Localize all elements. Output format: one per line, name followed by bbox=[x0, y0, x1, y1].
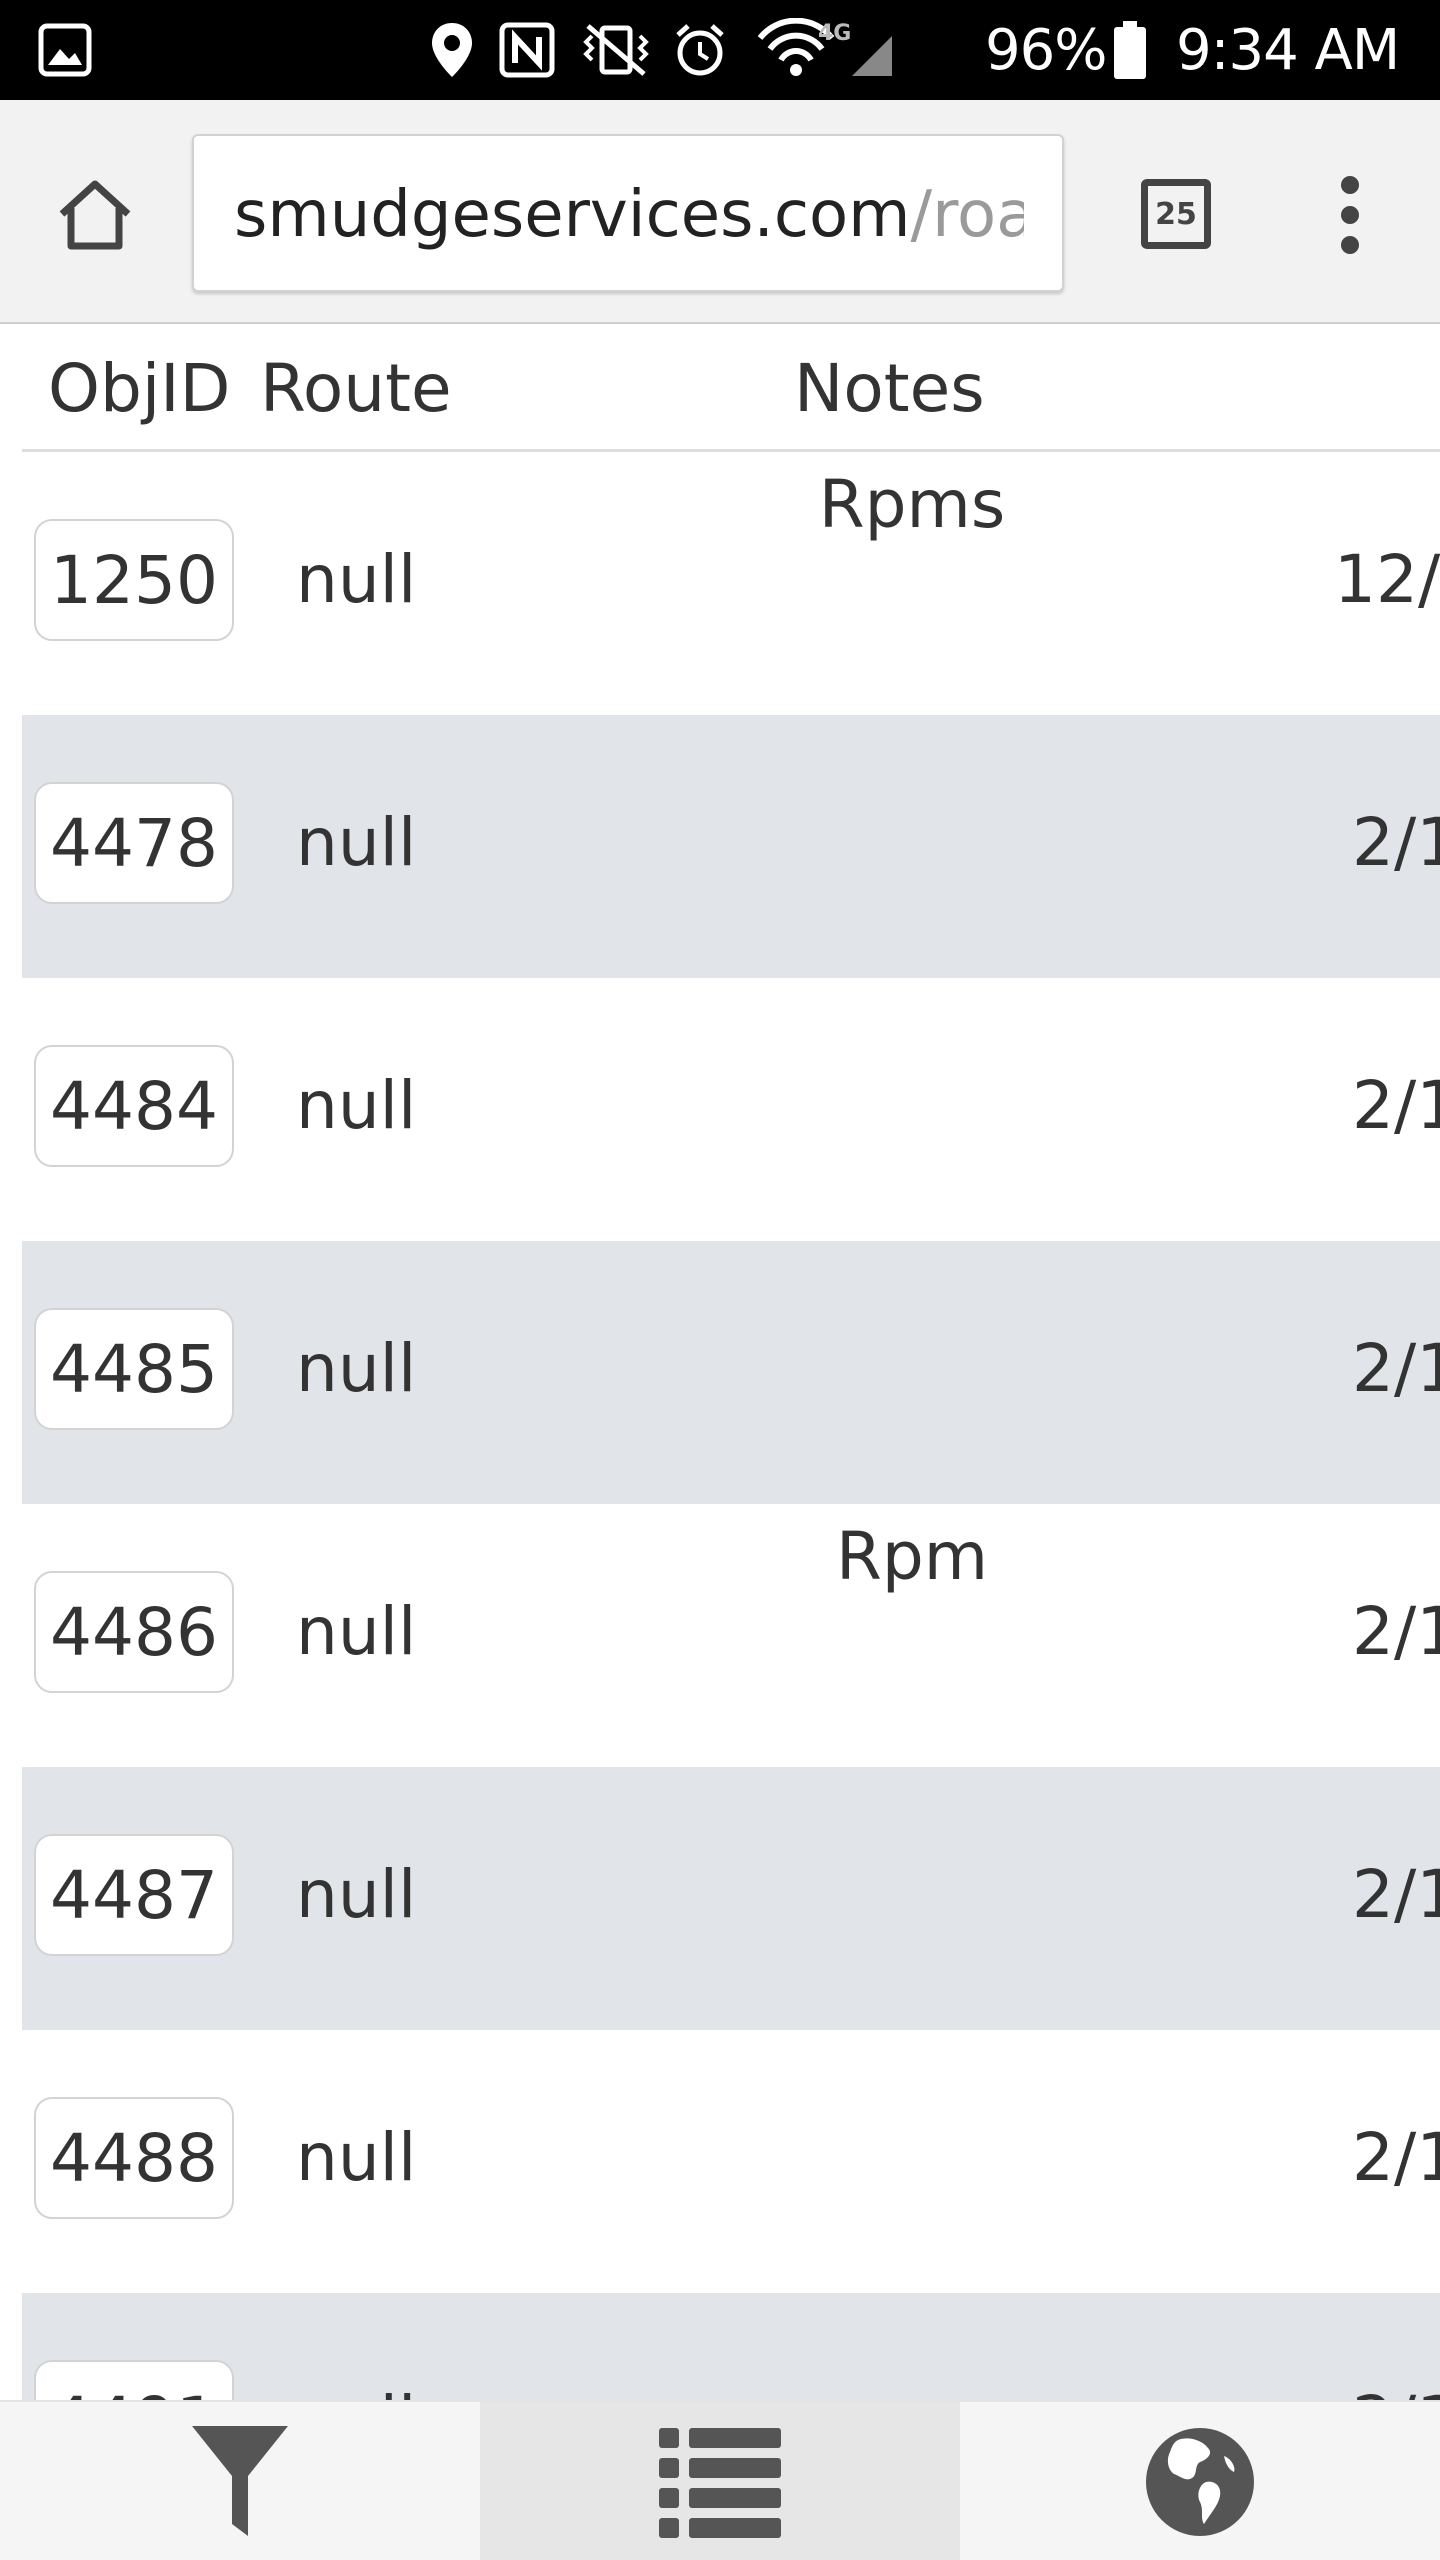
home-button[interactable] bbox=[50, 170, 140, 260]
battery-icon bbox=[1112, 0, 1148, 100]
table-row[interactable]: 4491 null 2/1 bbox=[22, 2293, 1440, 2400]
browser-toolbar: smudgeservices.com/road 25 bbox=[0, 100, 1440, 324]
date-cell: 2/1 bbox=[1352, 804, 1440, 881]
route-cell: null bbox=[296, 2360, 416, 2400]
menu-dot-icon bbox=[1341, 206, 1359, 224]
route-cell: null bbox=[296, 1330, 417, 1407]
table-row[interactable]: 4478 null 2/1 bbox=[22, 715, 1440, 978]
route-cell: null bbox=[296, 1856, 417, 1933]
objid-button[interactable]: 4478 bbox=[34, 782, 234, 904]
date-cell: 2/1 bbox=[1352, 2119, 1440, 2196]
status-bar: 4G 96% 9:34 AM bbox=[0, 0, 1440, 100]
date-cell: 2/1 bbox=[1352, 1856, 1440, 1933]
battery-percent: 96% bbox=[985, 17, 1107, 83]
address-bar[interactable]: smudgeservices.com/road bbox=[192, 134, 1064, 292]
overflow-menu-button[interactable] bbox=[1310, 160, 1390, 270]
header-route[interactable]: Route bbox=[260, 326, 452, 452]
filter-button[interactable] bbox=[0, 2402, 480, 2560]
map-view-button[interactable] bbox=[960, 2402, 1440, 2560]
gallery-notification-icon bbox=[38, 0, 92, 100]
menu-dot-icon bbox=[1341, 176, 1359, 194]
list-view-button[interactable] bbox=[480, 2402, 960, 2560]
date-cell: 12/ bbox=[1334, 541, 1440, 618]
url-host: smudgeservices.com bbox=[234, 178, 911, 252]
url-path: /road bbox=[910, 178, 1025, 252]
table-row[interactable]: 4487 null 2/1 bbox=[22, 1767, 1440, 2030]
route-cell: null bbox=[296, 1067, 417, 1144]
route-cell: null bbox=[296, 541, 417, 618]
url-text: smudgeservices.com/road bbox=[234, 136, 1025, 290]
table-row[interactable]: 4486 null Rpm 2/1 bbox=[22, 1504, 1440, 1767]
menu-dot-icon bbox=[1341, 236, 1359, 254]
nfc-icon bbox=[498, 0, 556, 100]
globe-icon bbox=[1146, 2428, 1254, 2536]
tab-count: 25 bbox=[1141, 179, 1211, 249]
date-cell: 2/1 bbox=[1352, 2360, 1440, 2400]
table-row[interactable]: 1250 null Rpms 12/ bbox=[22, 452, 1440, 715]
notes-cell: Rpms bbox=[818, 466, 1006, 543]
location-icon bbox=[428, 0, 476, 100]
bottom-nav bbox=[0, 2400, 1440, 2560]
alarm-icon bbox=[672, 0, 728, 100]
date-cell: 2/1 bbox=[1352, 1593, 1440, 1670]
filter-icon bbox=[192, 2426, 288, 2536]
clock-time: 9:34 AM bbox=[1176, 17, 1400, 83]
wifi-4g-icon: 4G bbox=[756, 0, 896, 100]
route-cell: null bbox=[296, 804, 417, 881]
route-cell: null bbox=[296, 2119, 417, 2196]
objid-button[interactable]: 4484 bbox=[34, 1045, 234, 1167]
notes-cell: Rpm bbox=[835, 1518, 989, 1595]
route-cell: null bbox=[296, 1593, 417, 1670]
tab-switcher-button[interactable]: 25 bbox=[1136, 174, 1216, 254]
svg-text:4G: 4G bbox=[818, 21, 851, 46]
table-row[interactable]: 4488 null 2/1 bbox=[22, 2030, 1440, 2293]
table-row[interactable]: 4485 null 2/1 bbox=[22, 1241, 1440, 1504]
header-notes[interactable]: Notes bbox=[794, 326, 985, 452]
table-row[interactable]: 4484 null 2/1 bbox=[22, 978, 1440, 1241]
home-icon bbox=[59, 180, 131, 250]
objid-button[interactable]: 4486 bbox=[34, 1571, 234, 1693]
date-cell: 2/1 bbox=[1352, 1067, 1440, 1144]
table-body: 1250 null Rpms 12/ 4478 null 2/1 4484 nu… bbox=[22, 452, 1440, 2400]
vibrate-mute-icon bbox=[576, 0, 656, 100]
table-header: ObjID Route Notes bbox=[22, 326, 1440, 452]
header-objid[interactable]: ObjID bbox=[48, 326, 230, 452]
list-icon bbox=[659, 2428, 781, 2538]
objid-button[interactable]: 4487 bbox=[34, 1834, 234, 1956]
objid-button[interactable]: 1250 bbox=[34, 519, 234, 641]
date-cell: 2/1 bbox=[1352, 1330, 1440, 1407]
objid-button[interactable]: 4488 bbox=[34, 2097, 234, 2219]
records-table[interactable]: ObjID Route Notes 1250 null Rpms 12/ 447… bbox=[0, 326, 1440, 2400]
objid-button[interactable]: 4491 bbox=[34, 2360, 234, 2400]
objid-button[interactable]: 4485 bbox=[34, 1308, 234, 1430]
